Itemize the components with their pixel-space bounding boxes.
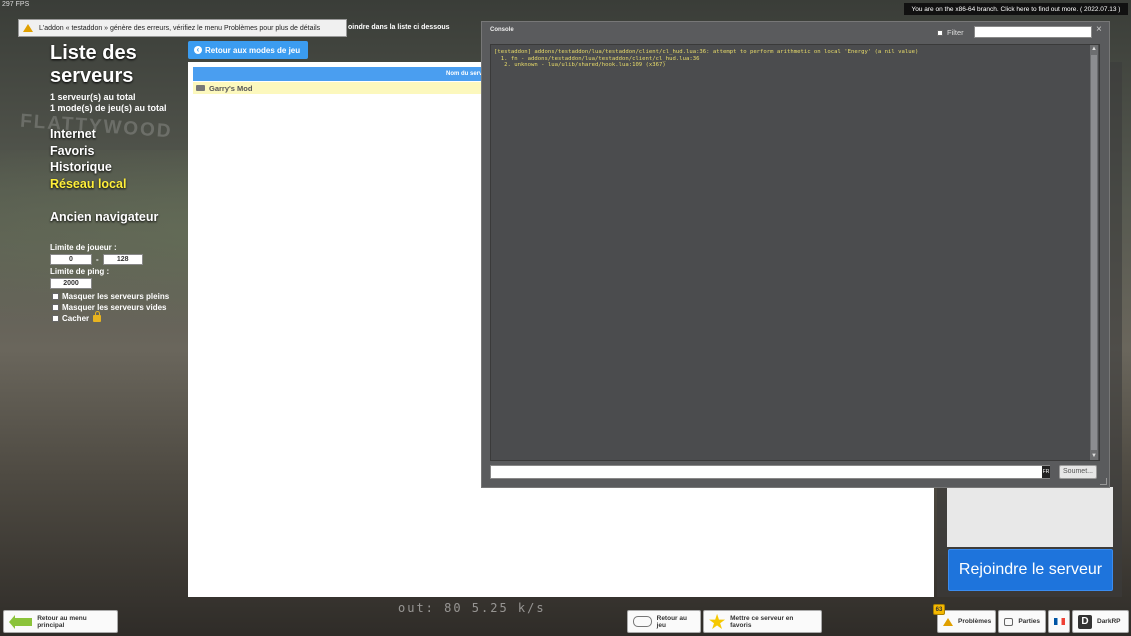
servers-count: 1 serveur(s) au total (50, 92, 136, 102)
back-circle-icon: ‹ (194, 46, 202, 54)
gamepad-icon (633, 616, 652, 627)
filter-label: Filter (947, 28, 964, 37)
player-max-input[interactable]: 128 (102, 253, 143, 265)
sidebar-item-internet[interactable]: Internet (50, 126, 185, 143)
sidebar: Liste des serveurs 1 serveur(s) au total… (50, 42, 185, 324)
back-to-gamemodes-button[interactable]: ‹ Retour aux modes de jeu (188, 41, 308, 59)
gamemode-icon (196, 85, 205, 91)
list-item[interactable]: Garry's Mod (193, 82, 493, 94)
problems-button[interactable]: Problèmes (937, 610, 996, 633)
main-menu-button[interactable]: Retour au menu principal (3, 610, 118, 633)
player-limit-label: Limite de joueur : (50, 242, 117, 252)
submit-button[interactable]: Soumet... (1059, 465, 1097, 479)
hide-empty-checkbox[interactable] (52, 303, 59, 311)
language-button[interactable] (1048, 610, 1070, 633)
console-filter: Filter (937, 28, 964, 37)
legacy-browser-link[interactable]: Ancien navigateur (50, 209, 185, 226)
sidebar-nav: Internet Favoris Historique Réseau local (50, 126, 185, 192)
filters-panel: Limite de joueur : 0 - 128 Limite de pin… (50, 243, 185, 324)
sidebar-item-favorites[interactable]: Favoris (50, 143, 185, 160)
scroll-up-icon[interactable]: ▲ (1090, 45, 1098, 53)
hide-locked-checkbox[interactable] (52, 314, 59, 322)
ping-limit-input[interactable]: 2000 (50, 277, 92, 289)
notification-text: L'addon « testaddon » génère des erreurs… (39, 24, 321, 32)
french-flag-icon (1053, 618, 1065, 625)
filter-checkbox[interactable] (937, 29, 943, 36)
player-min-input[interactable]: 0 (50, 253, 92, 265)
add-favorite-button[interactable]: ★ Mettre ce serveur en favoris (703, 610, 822, 633)
parties-button[interactable]: Parties (998, 610, 1046, 633)
netgraph-text: out: 80 5.25 k/s (398, 601, 546, 615)
console-scrollbar[interactable]: ▲ ▼ (1090, 45, 1098, 460)
range-dash: - (96, 254, 99, 264)
gamemodes-count: 1 mode(s) de jeu(s) au total (50, 103, 167, 113)
log-line: 1. fn - addons/testaddon/lua/testaddon/c… (494, 55, 700, 62)
parties-label: Parties (1018, 618, 1040, 625)
darkrp-icon: D (1078, 614, 1092, 629)
page-title: Liste des serveurs (50, 42, 137, 87)
problems-label: Problèmes (958, 618, 992, 625)
back-to-game-label: Retour au jeu (656, 614, 687, 629)
back-to-gamemodes-label: Retour aux modes de jeu (205, 45, 301, 55)
server-info-box (947, 487, 1113, 547)
problems-count-badge: 63 (933, 604, 945, 615)
join-server-button[interactable]: Rejoindre le serveur (948, 549, 1113, 591)
add-favorite-label: Mettre ce serveur en favoris (730, 614, 794, 629)
column-header-label: Nom du serv (446, 71, 483, 77)
console-title: Console (490, 27, 514, 33)
scroll-thumb[interactable] (1091, 55, 1097, 450)
fps-counter: 297 FPS (2, 1, 30, 8)
gamemode-button[interactable]: D DarkRP (1072, 610, 1129, 633)
lock-icon (93, 310, 102, 322)
resize-grip-icon[interactable] (1100, 478, 1107, 485)
ping-limit-label: Limite de ping : (50, 266, 110, 276)
star-icon: ★ (709, 611, 726, 632)
console-window: Console Filter × [testaddon] addons/test… (481, 21, 1110, 488)
hide-empty-label: Masquer les serveurs vides (62, 302, 167, 312)
console-output: [testaddon] addons/testaddon/lua/testadd… (490, 44, 1100, 461)
branch-banner[interactable]: You are on the x86-64 branch. Click here… (904, 3, 1128, 15)
warning-icon (23, 24, 33, 32)
sidebar-item-history[interactable]: Historique (50, 159, 185, 176)
addon-error-notification[interactable]: L'addon « testaddon » génère des erreurs… (18, 19, 347, 37)
input-language-indicator: FR (1042, 466, 1050, 478)
filter-input[interactable] (974, 26, 1092, 38)
gamemode-label: DarkRP (1097, 618, 1121, 625)
close-icon[interactable]: × (1096, 24, 1102, 35)
scroll-down-icon[interactable]: ▼ (1090, 452, 1098, 460)
hide-full-label: Masquer les serveurs pleins (62, 291, 170, 301)
parties-icon (1004, 617, 1014, 626)
log-line: 2. unknown - lua/ulib/shared/hook.lua:10… (494, 62, 666, 69)
sidebar-item-lan[interactable]: Réseau local (50, 176, 185, 193)
back-to-game-button[interactable]: Retour au jeu (627, 610, 701, 633)
back-arrow-icon (8, 614, 33, 629)
warning-icon (943, 617, 953, 626)
partially-hidden-text: oindre dans la liste ci dessous (348, 24, 450, 31)
hide-locked-label: Cacher (62, 313, 90, 323)
hide-full-checkbox[interactable] (52, 292, 59, 300)
log-line: [testaddon] addons/testaddon/lua/testadd… (494, 49, 919, 55)
gamemode-name: Garry's Mod (209, 83, 253, 93)
console-command-input[interactable] (490, 465, 1050, 479)
main-menu-label: Retour au menu principal (37, 614, 87, 629)
